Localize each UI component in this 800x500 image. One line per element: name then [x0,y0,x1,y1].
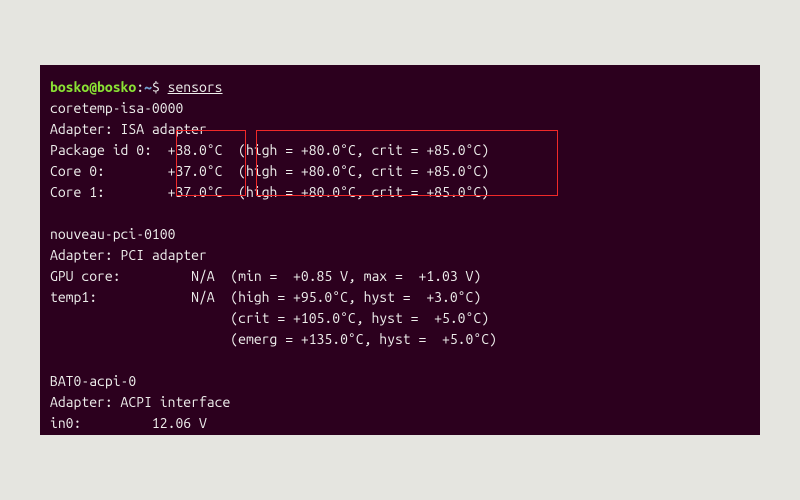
nouveau-line-3: (emerg = +135.0°C, hyst = +5.0°C) [50,329,750,350]
prompt-path: ~ [144,79,152,95]
bat-adapter: Adapter: ACPI interface [50,392,750,413]
nouveau-chip: nouveau-pci-0100 [50,224,750,245]
coretemp-chip: coretemp-isa-0000 [50,98,750,119]
nouveau-line-0: GPU core: N/A (min = +0.85 V, max = +1.0… [50,266,750,287]
nouveau-line-2: (crit = +105.0°C, hyst = +5.0°C) [50,308,750,329]
highlight-box-ranges [256,130,558,196]
nouveau-line-1: temp1: N/A (high = +95.0°C, hyst = +3.0°… [50,287,750,308]
prompt-dollar: $ [152,79,168,95]
row-label: Core 1: [50,184,168,200]
bat-line-1: curr1: 0.00 A [50,434,750,435]
bat-line-0: in0: 12.06 V [50,413,750,434]
row-label: Package id 0: [50,142,168,158]
highlight-box-temps [176,130,246,196]
terminal-window[interactable]: bosko@bosko:~$ sensors coretemp-isa-0000… [40,65,760,435]
prompt-user: bosko@bosko [50,79,136,95]
row-label: Core 0: [50,163,168,179]
command-text: sensors [168,79,223,95]
blank-line [50,350,750,371]
bat-chip: BAT0-acpi-0 [50,371,750,392]
prompt-line: bosko@bosko:~$ sensors [50,77,750,98]
blank-line [50,203,750,224]
prompt-sep: : [136,79,144,95]
nouveau-adapter: Adapter: PCI adapter [50,245,750,266]
